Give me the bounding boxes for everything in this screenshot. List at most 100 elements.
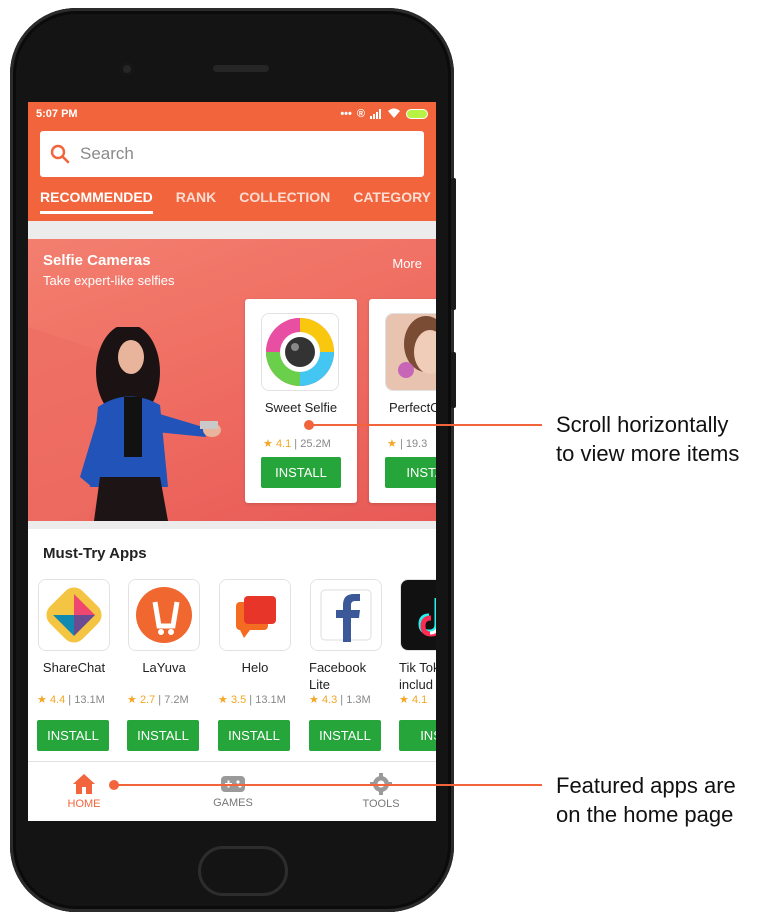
app-stats: ★ 3.5 | 13.1M [218, 694, 286, 706]
app-stats: ★ 4.1 | 25.2M [263, 437, 331, 450]
app-rating: 4.1 [275, 438, 292, 450]
home-key[interactable] [198, 846, 288, 896]
app-stats: ★ | 19.3 [387, 437, 427, 450]
status-bar: 5:07 PM ••• ® [28, 102, 436, 125]
app-stats: ★ 4.3 | 1.3M [309, 694, 371, 706]
section-title: Must-Try Apps [43, 545, 147, 562]
tiktok-icon [400, 579, 436, 651]
battery-icon [406, 108, 428, 119]
callout-line-1: Featured apps are [556, 773, 736, 798]
install-button[interactable]: INST [399, 720, 436, 751]
app-card-sweet-selfie[interactable]: Sweet Selfie ★ 4.1 | 25.2M INSTALL [245, 299, 357, 503]
callout-line-2: to view more items [556, 441, 740, 466]
sharechat-icon [38, 579, 110, 651]
app-item-tiktok[interactable]: Tik Tok includ ★ 4.1 INST [399, 579, 436, 751]
star-icon: ★ [263, 438, 273, 450]
search-input[interactable] [78, 143, 382, 165]
section-subtitle: Take expert-like selfies [43, 273, 175, 288]
tab-category[interactable]: CATEGORY [353, 189, 431, 214]
separator: | [294, 438, 298, 450]
app-rating: 4.3 [321, 694, 338, 706]
search-icon [50, 144, 70, 164]
app-stats: ★ 4.4 | 13.1M [37, 694, 105, 706]
tab-collection[interactable]: COLLECTION [239, 189, 330, 214]
registered-icon: ® [356, 107, 365, 120]
star-icon: ★ [37, 694, 47, 706]
facebook-lite-icon [310, 579, 382, 651]
app-name: LaYuva [142, 660, 186, 675]
app-name: ShareChat [42, 660, 106, 675]
app-rating: 2.7 [139, 694, 156, 706]
nav-label: TOOLS [362, 798, 400, 810]
app-name: Facebook Lite [309, 660, 367, 692]
selfie-cameras-banner: Selfie Cameras Take expert-like selfies … [28, 239, 436, 521]
install-button[interactable]: INSTALL [309, 720, 381, 751]
separator: | [399, 438, 403, 450]
dots-icon: ••• [340, 107, 352, 120]
callout-line-scroll [309, 424, 542, 426]
callout-line-1: Scroll horizontally [556, 412, 729, 437]
status-icons: ••• ® [340, 108, 428, 120]
install-button[interactable]: INSTALL [261, 457, 341, 488]
app-item-sharechat[interactable]: ShareChat ★ 4.4 | 13.1M INSTALL [37, 579, 111, 751]
bottom-navigation: HOME GAMES TOOLS [28, 761, 436, 821]
app-card-perfectcorp[interactable]: PerfectC ★ | 19.3 INSTA [369, 299, 436, 503]
selfie-model-illustration [28, 327, 221, 521]
app-downloads: 25.2M [300, 438, 331, 450]
callout-scroll-text: Scroll horizontally to view more items [556, 410, 739, 468]
callout-line-2: on the home page [556, 802, 734, 827]
wifi-icon [388, 108, 400, 118]
app-rating: 3.5 [230, 694, 247, 706]
app-downloads: 19.3 [405, 438, 428, 450]
app-item-layuva[interactable]: LaYuva ★ 2.7 | 7.2M INSTALL [127, 579, 201, 751]
power-button[interactable] [451, 352, 456, 408]
install-button[interactable]: INSTALL [127, 720, 199, 751]
nav-tools[interactable]: TOOLS [326, 762, 436, 821]
install-button[interactable]: INSTALL [218, 720, 290, 751]
nav-home[interactable]: HOME [28, 762, 140, 821]
nav-label: HOME [67, 798, 101, 810]
app-downloads: 1.3M [346, 694, 371, 706]
app-name: Tik Tok includ [399, 660, 436, 692]
app-rating: 4.4 [49, 694, 66, 706]
sweet-selfie-icon [261, 313, 339, 391]
search-bar[interactable] [40, 131, 424, 177]
nav-label: GAMES [213, 797, 253, 809]
home-icon [73, 774, 95, 794]
perfect-app-icon [385, 313, 436, 391]
nav-games[interactable]: GAMES [140, 762, 326, 821]
app-item-helo[interactable]: Helo ★ 3.5 | 13.1M INSTALL [218, 579, 292, 751]
star-icon: ★ [387, 438, 397, 450]
earpiece-speaker [213, 65, 269, 72]
signal-icon [370, 108, 381, 119]
app-name: PerfectC [389, 400, 436, 415]
volume-button[interactable] [451, 178, 456, 310]
status-time: 5:07 PM [36, 107, 78, 120]
phone-screen: 5:07 PM ••• ® RECOMMENDED RANK COLLECTIO… [28, 102, 436, 821]
tab-bar: RECOMMENDED RANK COLLECTION CATEGORY [39, 189, 431, 214]
app-name: Sweet Selfie [264, 400, 338, 415]
app-header: RECOMMENDED RANK COLLECTION CATEGORY [28, 125, 436, 221]
tab-recommended[interactable]: RECOMMENDED [30, 189, 153, 214]
star-icon: ★ [309, 694, 319, 706]
app-name: Helo [241, 660, 269, 675]
section-title: Selfie Cameras [43, 252, 151, 269]
star-icon: ★ [127, 694, 137, 706]
divider [28, 221, 436, 229]
install-button[interactable]: INSTALL [37, 720, 109, 751]
callout-line-featured [114, 784, 542, 786]
app-item-facebook-lite[interactable]: Facebook Lite ★ 4.3 | 1.3M INSTALL [309, 579, 383, 751]
app-downloads: 7.2M [164, 694, 189, 706]
star-icon: ★ [399, 694, 409, 706]
app-rating: 4.1 [411, 694, 428, 706]
star-icon: ★ [218, 694, 228, 706]
callout-featured-text: Featured apps are on the home page [556, 771, 736, 829]
more-link[interactable]: More [392, 256, 422, 271]
tab-rank[interactable]: RANK [176, 189, 216, 214]
app-downloads: 13.1M [255, 694, 286, 706]
front-camera [120, 62, 134, 76]
app-stats: ★ 2.7 | 7.2M [127, 694, 189, 706]
layuva-icon [128, 579, 200, 651]
install-button[interactable]: INSTA [385, 457, 436, 488]
app-stats: ★ 4.1 [399, 693, 436, 706]
